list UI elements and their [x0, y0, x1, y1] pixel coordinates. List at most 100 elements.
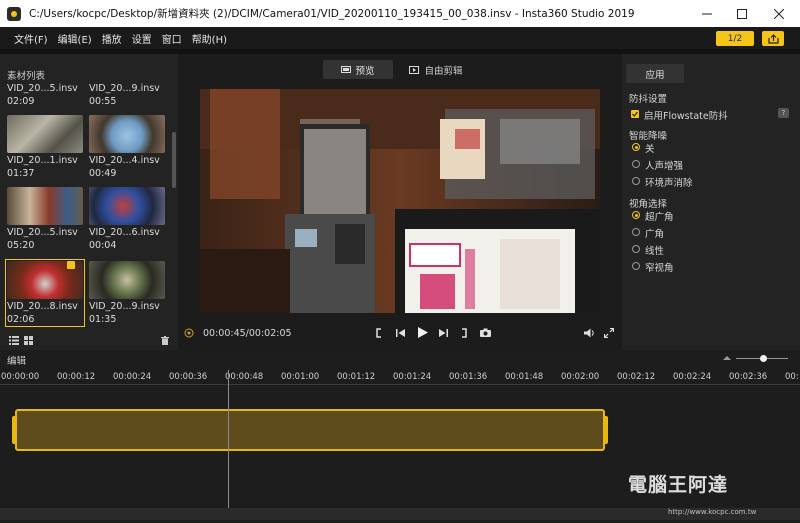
close-button[interactable] — [762, 0, 796, 27]
tick-label: 00:02:00 — [561, 372, 600, 382]
clip-name[interactable]: VID_20...9.insv — [89, 301, 160, 312]
title-bar: C:/Users/kocpc/Desktop/新增資料夾 (2)/DCIM/Ca… — [0, 0, 800, 27]
grid-view-icon[interactable] — [24, 336, 33, 345]
time-ruler[interactable]: 00:00:00 00:00:12 00:00:24 00:00:36 00:0… — [0, 367, 800, 385]
view-option-radio[interactable] — [632, 262, 640, 270]
minimize-button[interactable] — [690, 0, 724, 27]
playback-time: 00:00:45/00:02:05 — [203, 328, 292, 339]
noise-option-radio[interactable] — [632, 177, 640, 185]
list-view-icon[interactable] — [9, 336, 19, 345]
library-panel: 素材列表 VID_20...5.insv 02:09 VID_20...9.in… — [0, 54, 178, 350]
fullscreen-icon[interactable] — [604, 328, 614, 338]
video-frame — [200, 89, 600, 313]
tab-preview[interactable]: 预览 — [323, 60, 393, 79]
window-title: C:/Users/kocpc/Desktop/新增資料夾 (2)/DCIM/Ca… — [29, 8, 635, 20]
clip-name[interactable]: VID_20...5.insv — [7, 83, 78, 94]
tick-label: 00:01:48 — [505, 372, 544, 382]
noise-option-radio[interactable] — [632, 160, 640, 168]
selected-check-icon — [67, 261, 75, 269]
previous-frame-icon[interactable] — [396, 328, 406, 338]
menu-edit[interactable]: 编辑(E) — [53, 31, 97, 46]
apply-button[interactable]: 应用 — [626, 64, 684, 83]
clip-duration: 01:37 — [7, 168, 35, 179]
clip-name[interactable]: VID_20...8.insv — [7, 301, 78, 312]
tick-label: 00:02:24 — [673, 372, 712, 382]
snapshot-icon[interactable] — [480, 328, 491, 337]
watermark: 電腦王阿達 — [628, 474, 729, 496]
menu-help[interactable]: 帮助(H) — [187, 31, 232, 46]
tick-label: 00:00:12 — [57, 372, 96, 382]
clip-duration: 02:09 — [7, 96, 35, 107]
tick-label: 00:02:36 — [729, 372, 768, 382]
mark-in-icon[interactable] — [376, 328, 382, 338]
tick-label: 00:01:12 — [337, 372, 376, 382]
preview-icon — [341, 66, 352, 73]
tick-label: 00:02:48 — [785, 372, 799, 382]
view-selection-title: 视角选择 — [629, 199, 668, 210]
zoom-slider-handle[interactable] — [760, 355, 767, 362]
next-frame-icon[interactable] — [438, 328, 448, 338]
clip-duration: 01:35 — [89, 314, 117, 325]
playhead[interactable] — [228, 370, 229, 510]
library-footer — [0, 332, 178, 350]
zoom-out-icon[interactable] — [722, 354, 732, 362]
clip-name[interactable]: VID_20...1.insv — [7, 155, 78, 166]
view-option-radio[interactable] — [632, 211, 640, 219]
delete-icon[interactable] — [161, 336, 169, 345]
noise-option-label[interactable]: 人声增强 — [645, 158, 683, 172]
clip-thumbnail[interactable] — [89, 115, 165, 153]
view-option-label[interactable]: 超广角 — [645, 209, 674, 223]
clip-duration: 02:06 — [7, 314, 35, 325]
mark-out-icon[interactable] — [461, 328, 467, 338]
clip-thumbnail[interactable] — [7, 187, 83, 225]
noise-option-label[interactable]: 环境声消除 — [645, 175, 693, 189]
noise-option-label[interactable]: 关 — [645, 141, 655, 155]
clip-thumbnail[interactable] — [89, 261, 165, 299]
clip-trim-start-handle[interactable] — [12, 416, 17, 444]
clip-thumbnail[interactable] — [7, 115, 83, 153]
noise-option-radio[interactable] — [632, 143, 640, 151]
timeline-panel: 编辑 00:00:00 00:00:12 00:00:24 00:00:36 0… — [0, 350, 800, 523]
view-option-radio[interactable] — [632, 228, 640, 236]
volume-icon[interactable] — [584, 328, 595, 338]
export-button[interactable] — [762, 31, 784, 46]
clip-trim-end-handle[interactable] — [603, 416, 608, 444]
view-option-label[interactable]: 线性 — [645, 243, 664, 257]
gyro-icon[interactable] — [184, 328, 194, 338]
tick-label: 00:00:48 — [225, 372, 264, 382]
minimize-icon — [702, 13, 712, 14]
menu-play[interactable]: 播放 — [97, 31, 127, 46]
clip-name[interactable]: VID_20...5.insv — [7, 227, 78, 238]
noise-reduction-title: 智能降噪 — [629, 131, 668, 142]
stabilization-title: 防抖设置 — [629, 94, 668, 105]
video-preview[interactable] — [200, 89, 600, 313]
library-scrollbar[interactable] — [172, 132, 176, 188]
play-icon[interactable] — [417, 326, 429, 339]
menu-window[interactable]: 窗口 — [157, 31, 187, 46]
flowstate-checkbox[interactable] — [631, 110, 639, 118]
clip-name[interactable]: VID_20...9.insv — [89, 83, 160, 94]
tab-free-edit[interactable]: 自由剪辑 — [396, 60, 476, 79]
export-icon — [767, 33, 779, 44]
flowstate-label[interactable]: 启用Flowstate防抖 — [644, 108, 728, 122]
clip-name[interactable]: VID_20...4.insv — [89, 155, 160, 166]
view-option-label[interactable]: 广角 — [645, 226, 664, 240]
page-indicator-button[interactable]: 1/2 — [716, 31, 754, 46]
clip-thumbnail[interactable] — [89, 187, 165, 225]
tick-label: 00:00:36 — [169, 372, 208, 382]
clip-name[interactable]: VID_20...6.insv — [89, 227, 160, 238]
app-icon — [7, 6, 21, 21]
menu-settings[interactable]: 设置 — [127, 31, 157, 46]
free-edit-icon — [409, 65, 420, 74]
timeline-title: 编辑 — [7, 356, 27, 367]
clip-duration: 00:55 — [89, 96, 117, 107]
view-option-radio[interactable] — [632, 245, 640, 253]
timeline-clip[interactable] — [15, 409, 605, 451]
maximize-button[interactable] — [725, 0, 759, 27]
menu-file[interactable]: 文件(F) — [9, 31, 53, 46]
watermark-url: http://www.kocpc.com.tw — [668, 508, 757, 516]
menu-bar: 文件(F) 编辑(E) 播放 设置 窗口 帮助(H) — [0, 27, 800, 49]
clip-duration: 00:49 — [89, 168, 117, 179]
help-icon[interactable]: ? — [778, 108, 789, 118]
view-option-label[interactable]: 窄视角 — [645, 260, 674, 274]
